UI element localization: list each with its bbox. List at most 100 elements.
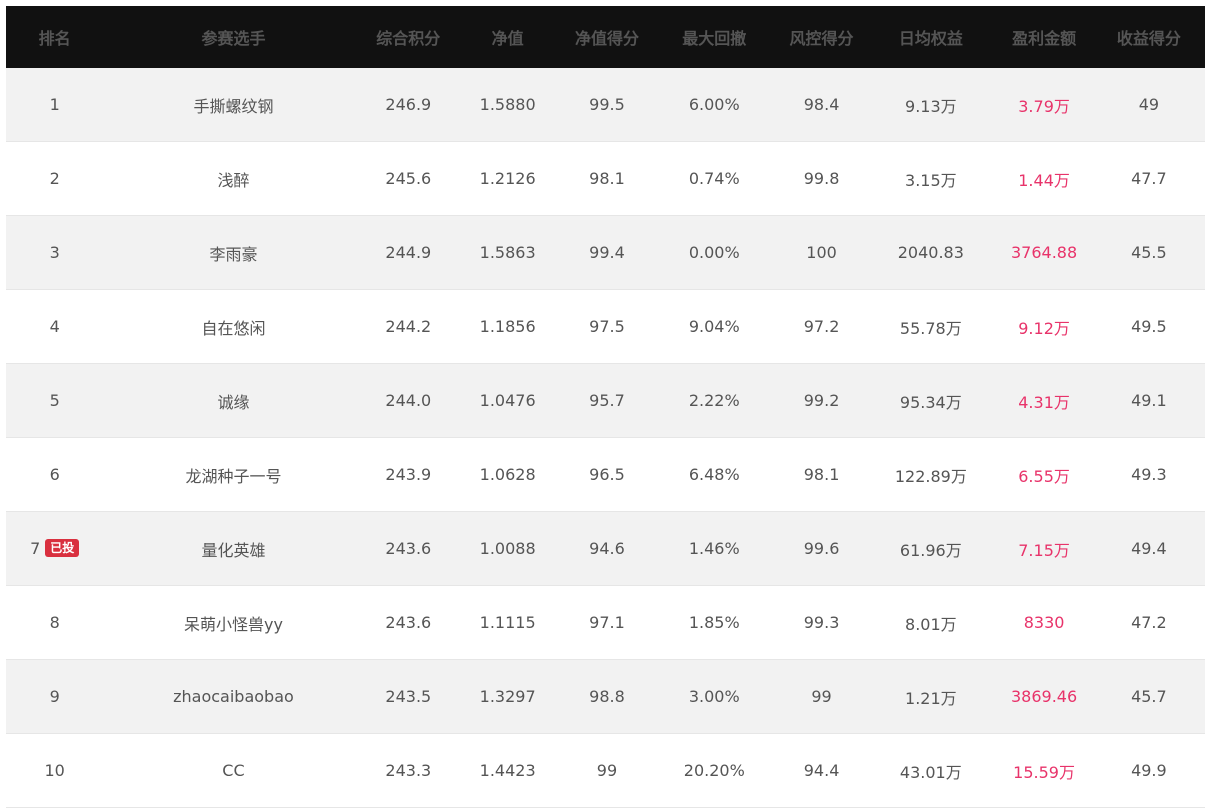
rank-number: 7 (30, 539, 41, 558)
net-value: 1.5880 (479, 95, 536, 114)
rank-cell: 7 已投 (6, 539, 103, 558)
rank-number: 3 (49, 243, 60, 262)
player-name[interactable]: 手撕螺纹钢 (103, 93, 363, 117)
daily-equity: 61.96万 (899, 540, 962, 560)
max-drawdown: 1.85% (688, 613, 740, 632)
composite-score: 244.9 (385, 243, 432, 262)
header-player[interactable]: 参赛选手 (103, 25, 363, 49)
return-score: 49.1 (1131, 391, 1167, 410)
table-row[interactable]: 9 zhaocaibaobao 243.5 1.3297 98.8 3.00% 99 1.21… (6, 660, 1205, 734)
net-value: 1.1856 (479, 317, 536, 336)
player-name[interactable]: 自在悠闲 (103, 315, 363, 339)
net-value: 1.0628 (479, 465, 536, 484)
net-value-score: 96.5 (589, 465, 625, 484)
header-max-drawdown[interactable]: 最大回撤 (652, 25, 777, 49)
net-value-score: 97.5 (589, 317, 625, 336)
max-drawdown: 2.22% (688, 391, 740, 410)
profit-amount: 9.12万 (1018, 318, 1070, 338)
header-return-score[interactable]: 收益得分 (1093, 25, 1205, 49)
rank-number: 1 (49, 95, 60, 114)
table-row[interactable]: 6 龙湖种子一号 243.9 1.0628 96.5 6.48% 98.1 122.89万 6.… (6, 438, 1205, 512)
daily-equity: 122.89万 (894, 466, 967, 486)
player-name[interactable]: 呆萌小怪兽yy (103, 611, 363, 635)
header-profit[interactable]: 盈利金额 (995, 25, 1092, 49)
net-value: 1.1115 (479, 613, 536, 632)
net-value: 1.0088 (479, 539, 536, 558)
net-value-score: 94.6 (589, 539, 625, 558)
rank-cell: 10 (6, 761, 103, 780)
rank-cell: 4 (6, 317, 103, 336)
table-row[interactable]: 10 CC 243.3 1.4423 99 20.20% 94.4 43.01万 15.59万 4… (6, 734, 1205, 808)
composite-score: 244.2 (385, 317, 432, 336)
rank-cell: 9 (6, 687, 103, 706)
composite-score: 245.6 (385, 169, 432, 188)
net-value: 1.2126 (479, 169, 536, 188)
profit-amount: 6.55万 (1018, 466, 1070, 486)
rank-number: 10 (44, 761, 65, 780)
table-row[interactable]: 8 呆萌小怪兽yy 243.6 1.1115 97.1 1.85% 99.3 8.01万 833… (6, 586, 1205, 660)
header-rank[interactable]: 排名 (6, 25, 103, 49)
player-name[interactable]: 浅醉 (103, 167, 363, 191)
table-row[interactable]: 5 诚缘 244.0 1.0476 95.7 2.22% 99.2 95.34万 4.31万 49… (6, 364, 1205, 438)
player-name[interactable]: 李雨豪 (103, 241, 363, 265)
table-body: 1 手撕螺纹钢 246.9 1.5880 99.5 6.00% 98.4 9.13万 3.79万… (6, 68, 1205, 808)
net-value-score: 98.1 (589, 169, 625, 188)
return-score: 49.4 (1131, 539, 1167, 558)
daily-equity: 43.01万 (899, 762, 962, 782)
composite-score: 243.6 (385, 613, 432, 632)
profit-amount: 15.59万 (1013, 762, 1075, 782)
table-row[interactable]: 3 李雨豪 244.9 1.5863 99.4 0.00% 100 2040.83 3764.8… (6, 216, 1205, 290)
player-name[interactable]: 量化英雄 (103, 537, 363, 561)
net-value-score: 98.8 (589, 687, 625, 706)
table-header: 排名 参赛选手 综合积分 净值 净值得分 最大回撤 风控得分 日均权益 盈利金额… (6, 6, 1205, 68)
table-row[interactable]: 4 自在悠闲 244.2 1.1856 97.5 9.04% 97.2 55.78万 9.12万… (6, 290, 1205, 364)
return-score: 45.5 (1131, 243, 1167, 262)
profit-amount: 3869.46 (1010, 687, 1078, 706)
net-value: 1.4423 (479, 761, 536, 780)
profit-amount: 1.44万 (1018, 170, 1070, 190)
return-score: 45.7 (1131, 687, 1167, 706)
return-score: 47.2 (1131, 613, 1167, 632)
player-name[interactable]: 龙湖种子一号 (103, 463, 363, 487)
header-nav[interactable]: 净值 (453, 25, 562, 49)
max-drawdown: 6.48% (688, 465, 740, 484)
daily-equity: 1.21万 (905, 688, 957, 708)
risk-score: 100 (806, 243, 837, 262)
header-nav-score[interactable]: 净值得分 (562, 25, 651, 49)
max-drawdown: 0.74% (688, 169, 740, 188)
profit-amount: 8330 (1023, 613, 1065, 632)
return-score: 49.3 (1131, 465, 1167, 484)
max-drawdown: 1.46% (688, 539, 740, 558)
composite-score: 243.5 (385, 687, 432, 706)
profit-amount: 4.31万 (1018, 392, 1070, 412)
max-drawdown: 0.00% (688, 243, 740, 262)
risk-score: 94.4 (803, 761, 840, 780)
net-value-score: 99 (596, 761, 618, 780)
risk-score: 99 (811, 687, 832, 706)
risk-score: 98.4 (803, 95, 840, 114)
daily-equity: 95.34万 (899, 392, 962, 412)
risk-score: 98.1 (803, 465, 840, 484)
daily-equity: 8.01万 (905, 614, 957, 634)
net-value-score: 95.7 (589, 391, 625, 410)
max-drawdown: 6.00% (688, 95, 740, 114)
rank-number: 9 (49, 687, 60, 706)
player-name[interactable]: 诚缘 (103, 389, 363, 413)
header-daily-equity[interactable]: 日均权益 (866, 25, 995, 49)
daily-equity: 3.15万 (905, 170, 957, 190)
table-row[interactable]: 7 已投 量化英雄 243.6 1.0088 94.6 1.46% 99.6 61.96万 7.1… (6, 512, 1205, 586)
composite-score: 243.3 (385, 761, 432, 780)
table-row[interactable]: 1 手撕螺纹钢 246.9 1.5880 99.5 6.00% 98.4 9.13万 3.79万… (6, 68, 1205, 142)
leaderboard-table: 排名 参赛选手 综合积分 净值 净值得分 最大回撤 风控得分 日均权益 盈利金额… (6, 6, 1205, 808)
rank-cell: 5 (6, 391, 103, 410)
header-risk-score[interactable]: 风控得分 (777, 25, 866, 49)
header-score[interactable]: 综合积分 (364, 25, 453, 49)
player-name[interactable]: zhaocaibaobao (103, 687, 363, 706)
rank-cell: 6 (6, 465, 103, 484)
table-row[interactable]: 2 浅醉 245.6 1.2126 98.1 0.74% 99.8 3.15万 1.44万 47.… (6, 142, 1205, 216)
net-value: 1.0476 (479, 391, 536, 410)
rank-number: 2 (49, 169, 60, 188)
player-name[interactable]: CC (103, 761, 363, 780)
max-drawdown: 20.20% (683, 761, 745, 780)
composite-score: 244.0 (385, 391, 432, 410)
